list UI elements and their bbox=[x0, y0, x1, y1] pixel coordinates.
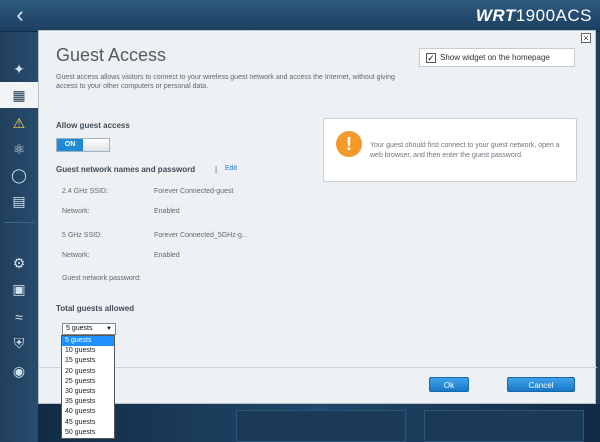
guest-option[interactable]: 45 guests bbox=[62, 418, 114, 428]
network-names-header: Guest network names and password bbox=[56, 165, 196, 174]
exclamation-icon: ! bbox=[336, 131, 362, 157]
guest-option[interactable]: 35 guests bbox=[62, 397, 114, 407]
troubleshooting-camera-icon[interactable]: ▣ bbox=[0, 276, 38, 302]
cancel-button[interactable]: Cancel bbox=[507, 377, 575, 392]
toggle-knob[interactable] bbox=[83, 139, 109, 151]
guest-option[interactable]: 20 guests bbox=[62, 367, 114, 377]
guest-option[interactable]: 40 guests bbox=[62, 407, 114, 417]
guest-option[interactable]: 25 guests bbox=[62, 377, 114, 387]
speed-test-icon[interactable]: ◯ bbox=[0, 162, 38, 188]
guest-option[interactable]: 50 guests bbox=[62, 428, 114, 438]
show-widget-checkbox[interactable]: ✓ bbox=[426, 52, 436, 63]
ssid-5-label: 5 GHz SSID: bbox=[62, 232, 103, 239]
separator: | bbox=[215, 165, 218, 174]
total-guests-select[interactable]: 5 guests ▼ bbox=[62, 323, 116, 335]
guest-option[interactable]: 30 guests bbox=[62, 387, 114, 397]
show-widget-option[interactable]: ✓ Show widget on the homepage bbox=[419, 48, 575, 67]
dialog-footer-divider bbox=[39, 367, 597, 368]
dialog-title: Guest Access bbox=[56, 45, 167, 65]
guest-count-dropdown: 5 guests 10 guests 15 guests 20 guests 2… bbox=[61, 335, 115, 439]
guest-info-text: Your guest should first connect to your … bbox=[370, 142, 560, 159]
network-map-icon[interactable]: ✦ bbox=[0, 56, 38, 82]
guest-password-label: Guest network password: bbox=[62, 275, 141, 282]
network-24-value: Enabled bbox=[154, 208, 180, 215]
guest-option[interactable]: 15 guests bbox=[62, 356, 114, 366]
vpn-lock-icon[interactable]: ◉ bbox=[0, 358, 38, 384]
guest-access-toggle[interactable]: ON bbox=[56, 138, 110, 152]
parental-controls-icon[interactable]: ⚛ bbox=[0, 136, 38, 162]
external-storage-icon[interactable]: ▤ bbox=[0, 188, 38, 214]
guest-access-icon[interactable]: ▦ bbox=[0, 82, 38, 108]
close-icon[interactable]: × bbox=[581, 33, 591, 43]
top-bar: ‹ WRT1900ACS bbox=[0, 0, 600, 32]
ok-button[interactable]: Ok bbox=[429, 377, 469, 392]
ssid-24-label: 2.4 GHz SSID: bbox=[62, 188, 108, 195]
wireless-icon[interactable]: ≈ bbox=[0, 304, 38, 330]
total-guests-selected: 5 guests bbox=[66, 325, 93, 332]
network-24-label: Network: bbox=[62, 208, 90, 215]
chevron-down-icon: ▼ bbox=[106, 326, 112, 332]
guest-access-dialog: Guest Access × ✓ Show widget on the home… bbox=[38, 30, 597, 404]
nav-divider bbox=[4, 222, 34, 223]
background-widget-tile bbox=[236, 410, 406, 442]
network-5-value: Enabled bbox=[154, 252, 180, 259]
toggle-on-label: ON bbox=[57, 139, 83, 151]
back-arrow-icon[interactable]: ‹ bbox=[6, 4, 34, 28]
troubleshooting-warning-icon[interactable]: ⚠ bbox=[0, 110, 38, 136]
connectivity-gear-icon[interactable]: ⚙ bbox=[0, 250, 38, 276]
total-guests-label: Total guests allowed bbox=[56, 304, 135, 313]
guest-info-panel: ! Your guest should first connect to you… bbox=[323, 118, 577, 182]
product-logo: WRT1900ACS bbox=[475, 6, 592, 25]
allow-guest-access-label: Allow guest access bbox=[56, 121, 130, 130]
left-nav-rail: ✦ ▦ ⚠ ⚛ ◯ ▤ ⚙ ▣ ≈ ⛨ ◉ bbox=[0, 32, 38, 442]
background-widget-tile bbox=[424, 410, 584, 442]
show-widget-label: Show widget on the homepage bbox=[440, 53, 550, 62]
network-5-label: Network: bbox=[62, 252, 90, 259]
guest-option[interactable]: 5 guests bbox=[62, 336, 114, 347]
guest-option[interactable]: 10 guests bbox=[62, 346, 114, 356]
security-shield-icon[interactable]: ⛨ bbox=[0, 330, 38, 356]
ssid-24-value: Forever Connected-guest bbox=[154, 188, 234, 195]
ssid-5-value: Forever Connected_5GHz-g... bbox=[154, 232, 248, 239]
guest-access-description: Guest access allows visitors to connect … bbox=[56, 74, 395, 90]
edit-link[interactable]: Edit bbox=[225, 165, 237, 172]
